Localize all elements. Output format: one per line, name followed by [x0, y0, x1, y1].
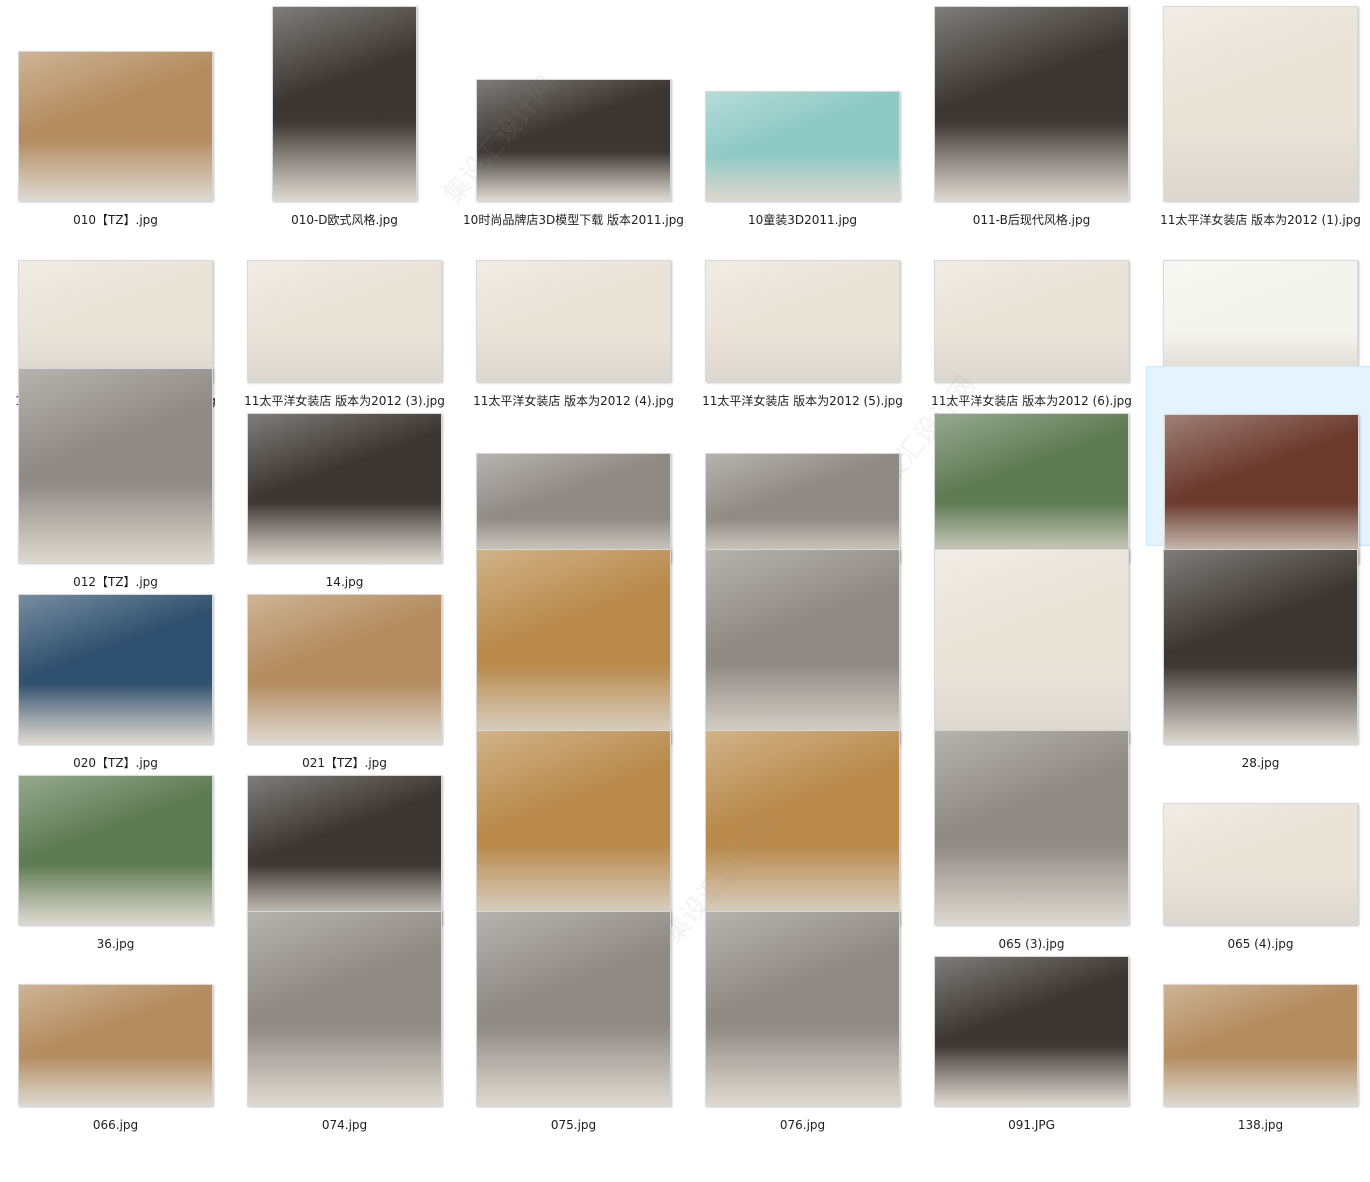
file-thumbnail[interactable] — [933, 956, 1129, 1106]
file-thumbnail[interactable] — [1163, 414, 1359, 564]
file-item[interactable]: 022.jpg — [459, 547, 688, 770]
file-item[interactable]: 11太平洋女装店 版本为2012 (6).jpg — [917, 185, 1146, 408]
file-item[interactable]: 025【TZ】.jpg — [917, 547, 1146, 770]
file-item[interactable]: 15a.jpg — [459, 366, 688, 589]
file-item[interactable]: 11太平洋女装店 版本为2012 (1).jpg — [1146, 4, 1370, 227]
file-name: 074.jpg — [321, 1118, 368, 1132]
file-item[interactable]: 021【TZ】.jpg — [230, 547, 459, 770]
file-item[interactable]: 065 (2).jpg — [688, 728, 917, 951]
file-thumbnail[interactable] — [1162, 6, 1358, 201]
file-thumbnail[interactable] — [1162, 260, 1358, 382]
file-thumbnail[interactable] — [246, 260, 442, 382]
file-name: 138.jpg — [1237, 1118, 1284, 1132]
file-item[interactable]: 018【TZ】.jpg — [1146, 366, 1370, 590]
file-item[interactable]: 076.jpg — [688, 909, 917, 1132]
file-item[interactable]: 074.jpg — [230, 909, 459, 1132]
file-thumbnail[interactable] — [17, 51, 213, 201]
file-thumbnail[interactable] — [1162, 803, 1358, 925]
file-item[interactable]: 011-B后现代风格.jpg — [917, 4, 1146, 227]
file-thumbnail[interactable] — [17, 775, 213, 925]
file-thumbnail[interactable] — [475, 260, 671, 382]
file-item[interactable]: 065 (3).jpg — [917, 728, 1146, 951]
file-thumbnail[interactable] — [933, 549, 1129, 744]
file-item[interactable]: 14.jpg — [230, 366, 459, 589]
file-thumbnail[interactable] — [475, 730, 671, 925]
file-item[interactable]: 010-D欧式风格.jpg — [230, 4, 459, 227]
file-thumbnail[interactable] — [17, 594, 213, 744]
file-item[interactable]: 10时尚品牌店3D模型下载 版本2011.jpg — [459, 4, 688, 227]
file-item[interactable]: 138.jpg — [1146, 909, 1370, 1132]
file-item[interactable]: 10童装3D2011.jpg — [688, 4, 917, 227]
file-thumbnail[interactable] — [271, 6, 417, 201]
file-thumbnail[interactable] — [246, 775, 442, 925]
file-item[interactable]: 066.jpg — [1, 909, 230, 1132]
file-item[interactable]: 020【TZ】.jpg — [1, 547, 230, 770]
file-item[interactable]: 017【TZ】.jpg — [917, 366, 1146, 589]
file-thumbnail[interactable] — [1162, 984, 1358, 1106]
file-thumbnail[interactable] — [933, 6, 1129, 201]
file-thumbnail[interactable] — [933, 413, 1129, 563]
file-item[interactable]: 36.jpg — [1, 728, 230, 951]
file-thumbnail[interactable] — [704, 260, 900, 382]
file-item[interactable]: 065 (1).jpg — [459, 728, 688, 951]
file-thumbnail[interactable] — [475, 549, 671, 744]
file-item[interactable]: 012【TZ】.jpg — [1, 366, 230, 589]
file-item[interactable]: 28.jpg — [1146, 547, 1370, 770]
file-thumbnail[interactable] — [704, 730, 900, 925]
file-item[interactable]: 11太平洋女装店 版本为2012 (2).jpg — [1, 185, 230, 408]
file-item[interactable]: 11太平洋女装店 版本为2012 (5).jpg — [688, 185, 917, 408]
file-item[interactable]: 048.jpg — [230, 728, 459, 951]
file-thumbnail[interactable] — [704, 911, 900, 1106]
file-thumbnail[interactable] — [933, 260, 1129, 382]
file-item[interactable]: 075.jpg — [459, 909, 688, 1132]
file-thumbnail[interactable] — [246, 911, 442, 1106]
file-name: 075.jpg — [550, 1118, 597, 1132]
file-name: 076.jpg — [779, 1118, 826, 1132]
file-thumbnail[interactable] — [17, 260, 213, 382]
file-name: 066.jpg — [92, 1118, 139, 1132]
file-item[interactable]: 15b.jpg — [688, 366, 917, 589]
file-thumbnail[interactable] — [1162, 549, 1358, 744]
file-thumbnail[interactable] — [475, 79, 671, 201]
file-thumbnail[interactable] — [17, 984, 213, 1106]
file-thumbnail[interactable] — [246, 413, 442, 563]
file-item[interactable]: 024【TZ】.jpg — [688, 547, 917, 770]
file-thumbnail[interactable] — [704, 549, 900, 744]
file-item[interactable]: 11太平洋女装店 版本为2012 (4).jpg — [459, 185, 688, 408]
file-thumbnail[interactable] — [17, 368, 213, 563]
file-name: 091.JPG — [1008, 1118, 1055, 1132]
file-item[interactable]: 065 (4).jpg — [1146, 728, 1370, 951]
file-item[interactable]: 010【TZ】.jpg — [1, 4, 230, 227]
file-thumbnail[interactable] — [246, 594, 442, 744]
file-thumbnail[interactable] — [933, 730, 1129, 925]
file-item[interactable]: 11太平洋女装店 版本为2012 (7).jpg — [1146, 185, 1370, 408]
file-thumbnail[interactable] — [475, 911, 671, 1106]
file-item[interactable]: 11太平洋女装店 版本为2012 (3).jpg — [230, 185, 459, 408]
file-item[interactable]: 091.JPG — [917, 909, 1146, 1132]
